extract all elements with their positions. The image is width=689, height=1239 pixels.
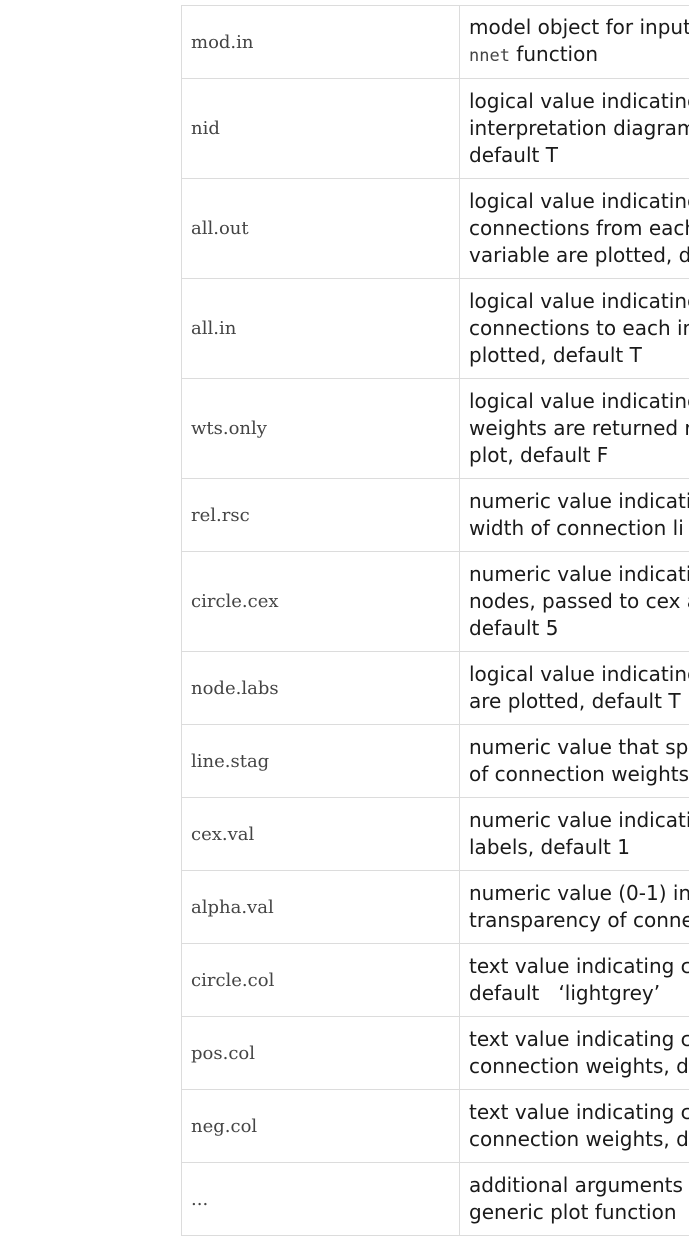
inline-code: nnet: [469, 46, 510, 66]
description-line: text value indicating c: [469, 1027, 689, 1051]
description-text: function: [509, 42, 599, 66]
description-line: plotted, default T: [469, 343, 642, 367]
table-row: node.labs logical value indicating are p…: [181, 651, 689, 725]
description-line: are plotted, default T: [469, 689, 681, 713]
argument-description: numeric value indicati labels, default 1: [459, 797, 689, 871]
description-line: additional arguments: [469, 1173, 683, 1197]
page-viewport: mod.in model object for input nnet funct…: [0, 0, 689, 1239]
description-line: model object for input: [469, 15, 689, 39]
description-line: of connection weights: [469, 762, 689, 786]
table-row: all.out logical value indicating connect…: [181, 178, 689, 279]
description-line: numeric value (0-1) in: [469, 881, 689, 905]
arguments-table-body: mod.in model object for input nnet funct…: [181, 5, 689, 1236]
argument-description: numeric value that spe of connection wei…: [459, 724, 689, 798]
argument-description: numeric value (0-1) in transparency of c…: [459, 870, 689, 944]
argument-description: logical value indicating weights are ret…: [459, 378, 689, 479]
description-line: generic plot function: [469, 1200, 677, 1224]
description-line: plot, default F: [469, 443, 609, 467]
description-line: text value indicating c: [469, 1100, 689, 1124]
argument-description: numeric value indicati width of connecti…: [459, 478, 689, 552]
argument-name: pos.col: [181, 1016, 460, 1090]
argument-name: all.out: [181, 178, 460, 279]
argument-name: ...: [181, 1162, 460, 1236]
description-line: nodes, passed to cex a: [469, 589, 689, 613]
argument-name: alpha.val: [181, 870, 460, 944]
table-row: alpha.val numeric value (0-1) in transpa…: [181, 870, 689, 944]
table-row: rel.rsc numeric value indicati width of …: [181, 478, 689, 552]
table-row: neg.col text value indicating c connecti…: [181, 1089, 689, 1163]
table-row: mod.in model object for input nnet funct…: [181, 5, 689, 79]
description-line: logical value indicating: [469, 189, 689, 213]
argument-description: additional arguments generic plot functi…: [459, 1162, 689, 1236]
argument-description: text value indicating c connection weigh…: [459, 1089, 689, 1163]
argument-name: neg.col: [181, 1089, 460, 1163]
argument-name: all.in: [181, 278, 460, 379]
description-line: connections from each: [469, 216, 689, 240]
argument-description: logical value indicating are plotted, de…: [459, 651, 689, 725]
argument-name: line.stag: [181, 724, 460, 798]
description-line: nnet function: [469, 41, 689, 70]
table-row: circle.col text value indicating c defau…: [181, 943, 689, 1017]
argument-description: text value indicating c default ‘lightgr…: [459, 943, 689, 1017]
arguments-table: mod.in model object for input nnet funct…: [181, 5, 689, 1236]
argument-name: node.labs: [181, 651, 460, 725]
argument-description: numeric value indicati nodes, passed to …: [459, 551, 689, 652]
table-row: pos.col text value indicating c connecti…: [181, 1016, 689, 1090]
description-line: interpretation diagram: [469, 116, 689, 140]
table-row: nid logical value indicating interpretat…: [181, 78, 689, 179]
description-line: width of connection li: [469, 516, 684, 540]
description-line: connection weights, d: [469, 1127, 689, 1151]
description-line: default ‘lightgrey’: [469, 981, 661, 1005]
description-line: weights are returned r: [469, 416, 689, 440]
description-line: logical value indicating: [469, 662, 689, 686]
argument-name: nid: [181, 78, 460, 179]
table-row: ... additional arguments generic plot fu…: [181, 1162, 689, 1236]
argument-name: rel.rsc: [181, 478, 460, 552]
argument-description: logical value indicating connections fro…: [459, 178, 689, 279]
description-line: numeric value indicati: [469, 489, 689, 513]
table-row: wts.only logical value indicating weight…: [181, 378, 689, 479]
argument-name: mod.in: [181, 5, 460, 79]
table-row: all.in logical value indicating connecti…: [181, 278, 689, 379]
description-line: connection weights, d: [469, 1054, 689, 1078]
description-line: labels, default 1: [469, 835, 630, 859]
description-line: logical value indicating: [469, 289, 689, 313]
description-line: text value indicating c: [469, 954, 689, 978]
argument-description: logical value indicating connections to …: [459, 278, 689, 379]
argument-name: circle.cex: [181, 551, 460, 652]
argument-description: text value indicating c connection weigh…: [459, 1016, 689, 1090]
argument-description: logical value indicating interpretation …: [459, 78, 689, 179]
argument-name: circle.col: [181, 943, 460, 1017]
table-row: line.stag numeric value that spe of conn…: [181, 724, 689, 798]
argument-description: model object for input nnet function: [459, 5, 689, 79]
description-line: connections to each in: [469, 316, 689, 340]
description-line: logical value indicating: [469, 89, 689, 113]
description-line: numeric value indicati: [469, 562, 689, 586]
description-line: numeric value that spe: [469, 735, 689, 759]
description-line: default T: [469, 143, 558, 167]
description-line: logical value indicating: [469, 389, 689, 413]
description-line: default 5: [469, 616, 559, 640]
description-line: variable are plotted, d: [469, 243, 689, 267]
argument-name: cex.val: [181, 797, 460, 871]
description-line: numeric value indicati: [469, 808, 689, 832]
argument-name: wts.only: [181, 378, 460, 479]
table-row: cex.val numeric value indicati labels, d…: [181, 797, 689, 871]
description-line: transparency of conne: [469, 908, 689, 932]
table-row: circle.cex numeric value indicati nodes,…: [181, 551, 689, 652]
